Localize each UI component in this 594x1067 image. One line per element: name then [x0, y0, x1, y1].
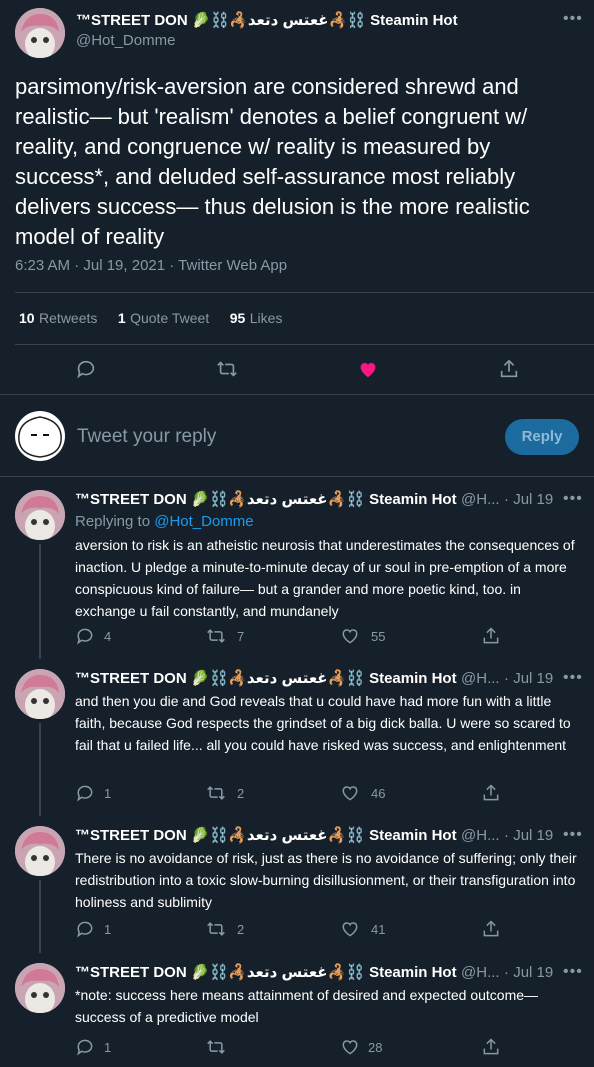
reply-icon[interactable] — [75, 783, 95, 803]
reply-time[interactable]: · Jul 19 — [504, 964, 553, 981]
reply-display-name[interactable]: ™STREET DON 🥬⛓️🦂غعتس دتعد🦂⛓️ Steamin Hot — [75, 964, 457, 981]
reply-handle[interactable]: @H... — [461, 827, 500, 844]
replying-to: Replying to @Hot_Domme — [75, 513, 254, 530]
likes-stat[interactable]: 95 Likes — [230, 310, 283, 327]
reply-count: 1 — [104, 786, 112, 801]
author-handle[interactable]: @Hot_Domme — [76, 32, 175, 49]
retweet-icon[interactable] — [206, 919, 226, 939]
tweet-text: parsimony/risk-aversion are considered s… — [15, 74, 530, 249]
more-icon[interactable]: ••• — [563, 669, 583, 687]
quotes-count: 1 — [117, 310, 126, 326]
reply-display-name[interactable]: ™STREET DON 🥬⛓️🦂غعتس دتعد🦂⛓️ Steamin Hot — [75, 491, 457, 508]
more-icon[interactable]: ••• — [563, 963, 583, 981]
reply-handle[interactable]: @H... — [461, 491, 500, 508]
reply-text: *note: success here means attainment of … — [75, 987, 539, 1025]
retweet-count: 2 — [237, 922, 245, 937]
more-icon[interactable]: ••• — [563, 10, 583, 28]
retweet-icon[interactable] — [216, 358, 238, 380]
divider — [0, 476, 594, 477]
reply-count: 1 — [104, 922, 112, 937]
retweets-label: Retweets — [39, 310, 98, 326]
reply-handle[interactable]: @H... — [461, 964, 500, 981]
engagement-stats: 10 Retweets 1 Quote Tweet 95 Likes — [19, 310, 282, 328]
share-icon[interactable] — [481, 783, 501, 803]
like-icon[interactable] — [340, 1037, 360, 1057]
reply-handle[interactable]: @H... — [461, 670, 500, 687]
likes-count: 95 — [229, 310, 246, 326]
reply-display-name[interactable]: ™STREET DON 🥬⛓️🦂غعتس دتعد🦂⛓️ Steamin Hot — [75, 670, 457, 687]
share-icon[interactable] — [481, 626, 501, 646]
reply-avatar[interactable] — [15, 963, 65, 1013]
compose-avatar — [15, 411, 65, 461]
reply-icon[interactable] — [75, 358, 97, 380]
like-icon[interactable] — [357, 358, 379, 380]
like-count: 41 — [371, 922, 386, 937]
share-icon[interactable] — [481, 1037, 501, 1057]
like-count: 55 — [371, 629, 386, 644]
reply-text: There is no avoidance of risk, just as t… — [75, 850, 577, 910]
reply-icon[interactable] — [75, 1037, 95, 1057]
divider — [15, 344, 594, 345]
reply-header: ™STREET DON 🥬⛓️🦂غعتس دتعد🦂⛓️ Steamin Hot… — [75, 490, 553, 509]
thread-line — [39, 723, 41, 816]
retweets-stat[interactable]: 10 Retweets — [19, 310, 102, 327]
quotes-stat[interactable]: 1 Quote Tweet — [118, 310, 214, 327]
like-icon[interactable] — [340, 783, 360, 803]
replying-to-prefix: Replying to — [75, 513, 155, 530]
reply-avatar[interactable] — [15, 490, 65, 540]
reply-header: ™STREET DON 🥬⛓️🦂غعتس دتعد🦂⛓️ Steamin Hot… — [75, 669, 553, 688]
reply-time[interactable]: · Jul 19 — [504, 491, 553, 508]
thread-line — [39, 880, 41, 953]
author-avatar[interactable] — [15, 8, 65, 58]
replying-to-link[interactable]: @Hot_Domme — [154, 513, 253, 530]
more-icon[interactable]: ••• — [563, 490, 583, 508]
more-icon[interactable]: ••• — [563, 826, 583, 844]
reply-time[interactable]: · Jul 19 — [504, 827, 553, 844]
retweet-icon[interactable] — [206, 626, 226, 646]
likes-label: Likes — [249, 310, 283, 326]
reply-avatar[interactable] — [15, 826, 65, 876]
reply-count: 1 — [104, 1040, 112, 1055]
reply-button[interactable]: Reply — [505, 419, 579, 455]
share-icon[interactable] — [481, 919, 501, 939]
like-icon[interactable] — [340, 626, 360, 646]
retweet-count: 2 — [237, 786, 245, 801]
divider — [0, 394, 594, 395]
divider — [15, 292, 594, 293]
reply-time[interactable]: · Jul 19 — [504, 670, 553, 687]
reply-header: ™STREET DON 🥬⛓️🦂غعتس دتعد🦂⛓️ Steamin Hot… — [75, 963, 553, 982]
reply-icon[interactable] — [75, 626, 95, 646]
reply-display-name[interactable]: ™STREET DON 🥬⛓️🦂غعتس دتعد🦂⛓️ Steamin Hot — [75, 827, 457, 844]
reply-text: and then you die and God reveals that u … — [75, 693, 571, 753]
reply-input[interactable]: Tweet your reply — [77, 426, 216, 448]
reply-header: ™STREET DON 🥬⛓️🦂غعتس دتعد🦂⛓️ Steamin Hot… — [75, 826, 553, 845]
reply-avatar[interactable] — [15, 669, 65, 719]
like-count: 46 — [371, 786, 386, 801]
reply-count: 4 — [104, 629, 112, 644]
like-icon[interactable] — [340, 919, 360, 939]
retweet-count: 7 — [237, 629, 245, 644]
share-icon[interactable] — [498, 358, 520, 380]
like-count: 28 — [368, 1040, 383, 1055]
retweet-icon[interactable] — [206, 1037, 226, 1057]
retweet-icon[interactable] — [206, 783, 226, 803]
author-display-name[interactable]: ™STREET DON 🥬⛓️🦂غعتس دتعد🦂⛓️ Steamin Hot — [76, 11, 458, 29]
quotes-label: Quote Tweet — [130, 310, 210, 326]
reply-text: aversion to risk is an atheistic neurosi… — [75, 537, 575, 619]
reply-icon[interactable] — [75, 919, 95, 939]
thread-line — [39, 544, 41, 659]
retweets-count: 10 — [19, 310, 35, 326]
tweet-timestamp[interactable]: 6:23 AM · Jul 19, 2021 · Twitter Web App — [15, 257, 287, 274]
